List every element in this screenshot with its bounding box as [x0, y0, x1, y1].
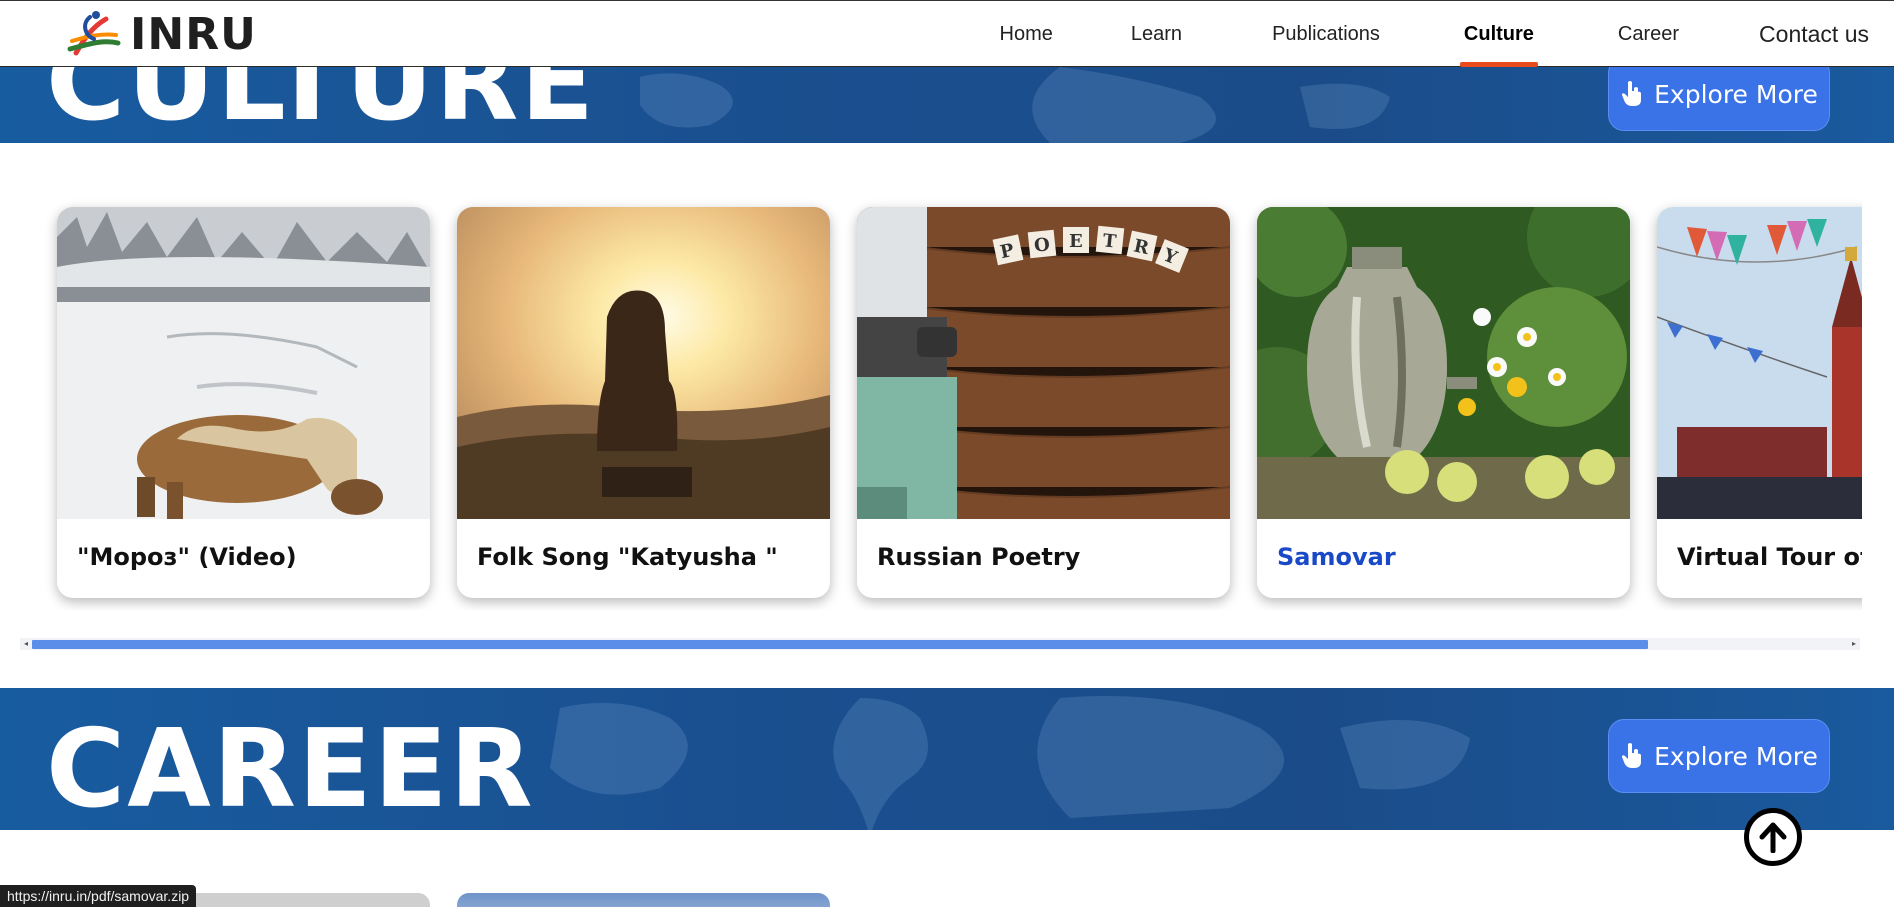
svg-text:E: E [1069, 231, 1083, 252]
card-title: Samovar [1277, 543, 1396, 571]
culture-banner: CULTURE Explore More [0, 67, 1894, 143]
nav-learn[interactable]: Learn [1131, 1, 1182, 68]
card-title: Virtual Tour of R [1677, 543, 1862, 571]
typewriter-poetry-image: P O E T R Y [857, 207, 1230, 519]
career-explore-button[interactable]: Explore More [1608, 719, 1830, 793]
logo-text: INRU [130, 8, 257, 60]
career-explore-label: Explore More [1654, 741, 1818, 771]
career-banner: CAREER Explore More [0, 688, 1894, 830]
site-logo[interactable]: INRU [62, 8, 257, 60]
culture-explore-label: Explore More [1654, 79, 1818, 109]
culture-card-moroz[interactable]: "Мороз" (Video) [57, 207, 430, 598]
arrow-up-circle-icon [1759, 822, 1787, 853]
logo-ribbon-icon [67, 11, 121, 56]
main-nav: Home Learn Publications Culture Career C… [1000, 1, 1869, 68]
culture-card-katyusha[interactable]: Folk Song "Katyusha " [457, 207, 830, 598]
nav-publications[interactable]: Publications [1272, 1, 1380, 68]
culture-carousel[interactable]: "Мороз" (Video) Folk Song "Katyusha " P … [20, 190, 1862, 610]
carousel-scrollbar[interactable]: ◂ ▸ [20, 638, 1860, 650]
samovar-image [1257, 207, 1630, 519]
kremlin-festival-image [1657, 207, 1862, 519]
scroll-left-arrow-icon[interactable]: ◂ [20, 638, 32, 650]
nav-culture[interactable]: Culture [1459, 1, 1538, 68]
pointing-hand-icon [1622, 81, 1642, 106]
culture-title: CULTURE [46, 67, 597, 143]
career-title: CAREER [46, 707, 535, 830]
nav-contact[interactable]: Contact us [1759, 1, 1869, 68]
nav-career[interactable]: Career [1618, 1, 1679, 68]
culture-card-virtual-tour[interactable]: Virtual Tour of R [1657, 207, 1862, 598]
girl-at-sunset-image [457, 207, 830, 519]
browser-status-bar: https://inru.in/pdf/samovar.zip [0, 885, 197, 907]
career-card-2-partial[interactable] [457, 893, 830, 907]
culture-explore-button[interactable]: Explore More [1608, 67, 1830, 131]
scroll-right-arrow-icon[interactable]: ▸ [1848, 638, 1860, 650]
card-title: "Мороз" (Video) [77, 543, 297, 571]
pointing-hand-icon [1622, 743, 1642, 768]
nav-home[interactable]: Home [1000, 1, 1053, 68]
back-to-top-button[interactable] [1744, 808, 1802, 866]
svg-text:O: O [1033, 234, 1051, 257]
card-title: Russian Poetry [877, 543, 1081, 571]
card-title: Folk Song "Katyusha " [477, 543, 778, 571]
site-header: INRU Home Learn Publications Culture Car… [0, 0, 1894, 67]
culture-card-samovar[interactable]: Samovar [1257, 207, 1630, 598]
culture-card-poetry[interactable]: P O E T R Y Russian Poetry [857, 207, 1230, 598]
pony-in-snow-image [57, 207, 430, 519]
scrollbar-thumb[interactable] [32, 640, 1648, 649]
